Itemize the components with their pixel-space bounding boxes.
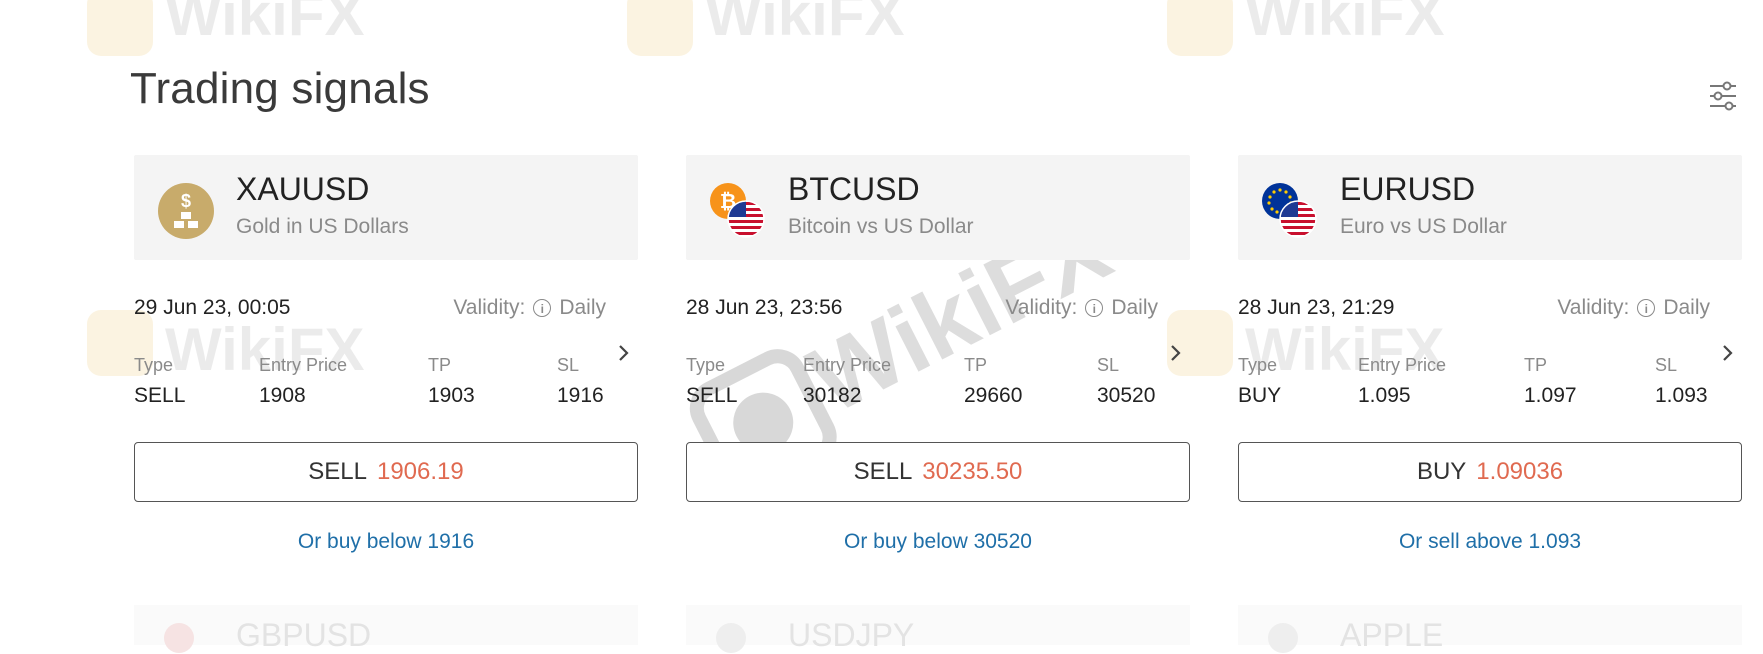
validity-label: Validity: bbox=[1557, 296, 1630, 319]
tp-value: 29660 bbox=[964, 384, 1023, 407]
alternative-order-link[interactable]: Or sell above 1.093 bbox=[1238, 530, 1742, 554]
entry-price-value: 30182 bbox=[803, 384, 862, 407]
validity-value: Daily bbox=[1663, 296, 1710, 319]
validity-label: Validity: bbox=[1005, 296, 1078, 319]
type-label: Type bbox=[134, 355, 174, 375]
validity-info: Validity: i Daily bbox=[1005, 296, 1158, 320]
signal-card-eurusd: EURUSD Euro vs US Dollar 28 Jun 23, 21:2… bbox=[1238, 155, 1742, 565]
tp-value: 1903 bbox=[428, 384, 475, 407]
signal-date: 28 Jun 23, 23:56 bbox=[686, 296, 843, 319]
type-label: Type bbox=[1238, 355, 1278, 375]
tp-label: TP bbox=[964, 355, 988, 375]
chevron-right-icon[interactable] bbox=[1720, 341, 1736, 365]
sl-label: SL bbox=[557, 355, 580, 375]
action-price: 1906.19 bbox=[376, 458, 464, 485]
bitcoin-usd-flag-icon: ₿ bbox=[710, 183, 765, 238]
gold-bars-icon: $ bbox=[158, 183, 214, 239]
sl-label: SL bbox=[1097, 355, 1120, 375]
svg-text:$: $ bbox=[181, 191, 191, 211]
instrument-symbol: XAUUSD bbox=[236, 171, 370, 207]
tp-label: TP bbox=[428, 355, 452, 375]
info-icon[interactable]: i bbox=[1085, 299, 1104, 317]
validity-value: Daily bbox=[559, 296, 606, 319]
signal-card-gbpusd[interactable]: GBPUSD bbox=[134, 605, 638, 653]
alternative-order-link[interactable]: Or buy below 1916 bbox=[134, 530, 638, 554]
sl-value: 30520 bbox=[1097, 384, 1156, 407]
entry-price-label: Entry Price bbox=[803, 355, 892, 375]
entry-price-label: Entry Price bbox=[1358, 355, 1447, 375]
action-price: 1.09036 bbox=[1476, 458, 1564, 485]
info-icon[interactable]: i bbox=[1637, 299, 1656, 317]
action-side: SELL bbox=[853, 458, 913, 485]
instrument-symbol: BTCUSD bbox=[788, 171, 920, 207]
instrument-header[interactable]: $ XAUUSD Gold in US Dollars bbox=[134, 155, 638, 260]
sell-button[interactable]: SELL 30235.50 bbox=[686, 442, 1190, 502]
gb-us-flag-icon bbox=[164, 623, 194, 653]
entry-price-value: 1908 bbox=[259, 384, 306, 407]
instrument-symbol: APPLE bbox=[1340, 617, 1444, 653]
signal-card-btcusd: ₿ BTCUSD Bitcoin vs US Dollar 28 Jun 23,… bbox=[686, 155, 1190, 565]
action-price: 30235.50 bbox=[922, 458, 1023, 485]
entry-price-value: 1.095 bbox=[1358, 384, 1411, 407]
type-label: Type bbox=[686, 355, 726, 375]
instrument-name: Gold in US Dollars bbox=[236, 215, 409, 238]
validity-info: Validity: i Daily bbox=[453, 296, 606, 320]
instrument-header[interactable]: ₿ BTCUSD Bitcoin vs US Dollar bbox=[686, 155, 1190, 260]
signal-card-apple[interactable]: APPLE bbox=[1238, 605, 1742, 653]
validity-value: Daily bbox=[1111, 296, 1158, 319]
signal-card-xauusd: $ XAUUSD Gold in US Dollars 29 Jun 23, 0… bbox=[134, 155, 638, 565]
type-value: SELL bbox=[134, 384, 186, 407]
instrument-header[interactable]: EURUSD Euro vs US Dollar bbox=[1238, 155, 1742, 260]
eu-us-flag-icon bbox=[1262, 183, 1317, 238]
instrument-symbol: EURUSD bbox=[1340, 171, 1476, 207]
action-side: SELL bbox=[308, 458, 367, 485]
tp-value: 1.097 bbox=[1524, 384, 1577, 407]
chevron-right-icon[interactable] bbox=[1168, 341, 1184, 365]
sell-button[interactable]: SELL 1906.19 bbox=[134, 442, 638, 502]
validity-info: Validity: i Daily bbox=[1557, 296, 1710, 320]
sl-value: 1916 bbox=[557, 384, 604, 407]
instrument-symbol: USDJPY bbox=[788, 617, 915, 653]
info-icon[interactable]: i bbox=[533, 299, 552, 317]
apple-logo-icon bbox=[1268, 623, 1298, 653]
buy-button[interactable]: BUY 1.09036 bbox=[1238, 442, 1742, 502]
alternative-order-link[interactable]: Or buy below 30520 bbox=[686, 530, 1190, 554]
instrument-symbol: GBPUSD bbox=[236, 617, 372, 653]
signal-date: 29 Jun 23, 00:05 bbox=[134, 296, 291, 319]
validity-label: Validity: bbox=[453, 296, 526, 319]
chevron-right-icon[interactable] bbox=[616, 341, 632, 365]
tp-label: TP bbox=[1524, 355, 1548, 375]
action-side: BUY bbox=[1416, 458, 1467, 485]
entry-price-label: Entry Price bbox=[259, 355, 348, 375]
type-value: BUY bbox=[1238, 384, 1282, 407]
sl-label: SL bbox=[1655, 355, 1678, 375]
signal-card-usdjpy[interactable]: USDJPY bbox=[686, 605, 1190, 653]
type-value: SELL bbox=[686, 384, 738, 407]
instrument-name: Bitcoin vs US Dollar bbox=[788, 215, 974, 238]
signal-date: 28 Jun 23, 21:29 bbox=[1238, 296, 1395, 319]
us-jp-flag-icon bbox=[716, 623, 746, 653]
instrument-name: Euro vs US Dollar bbox=[1340, 215, 1507, 238]
sl-value: 1.093 bbox=[1655, 384, 1708, 407]
